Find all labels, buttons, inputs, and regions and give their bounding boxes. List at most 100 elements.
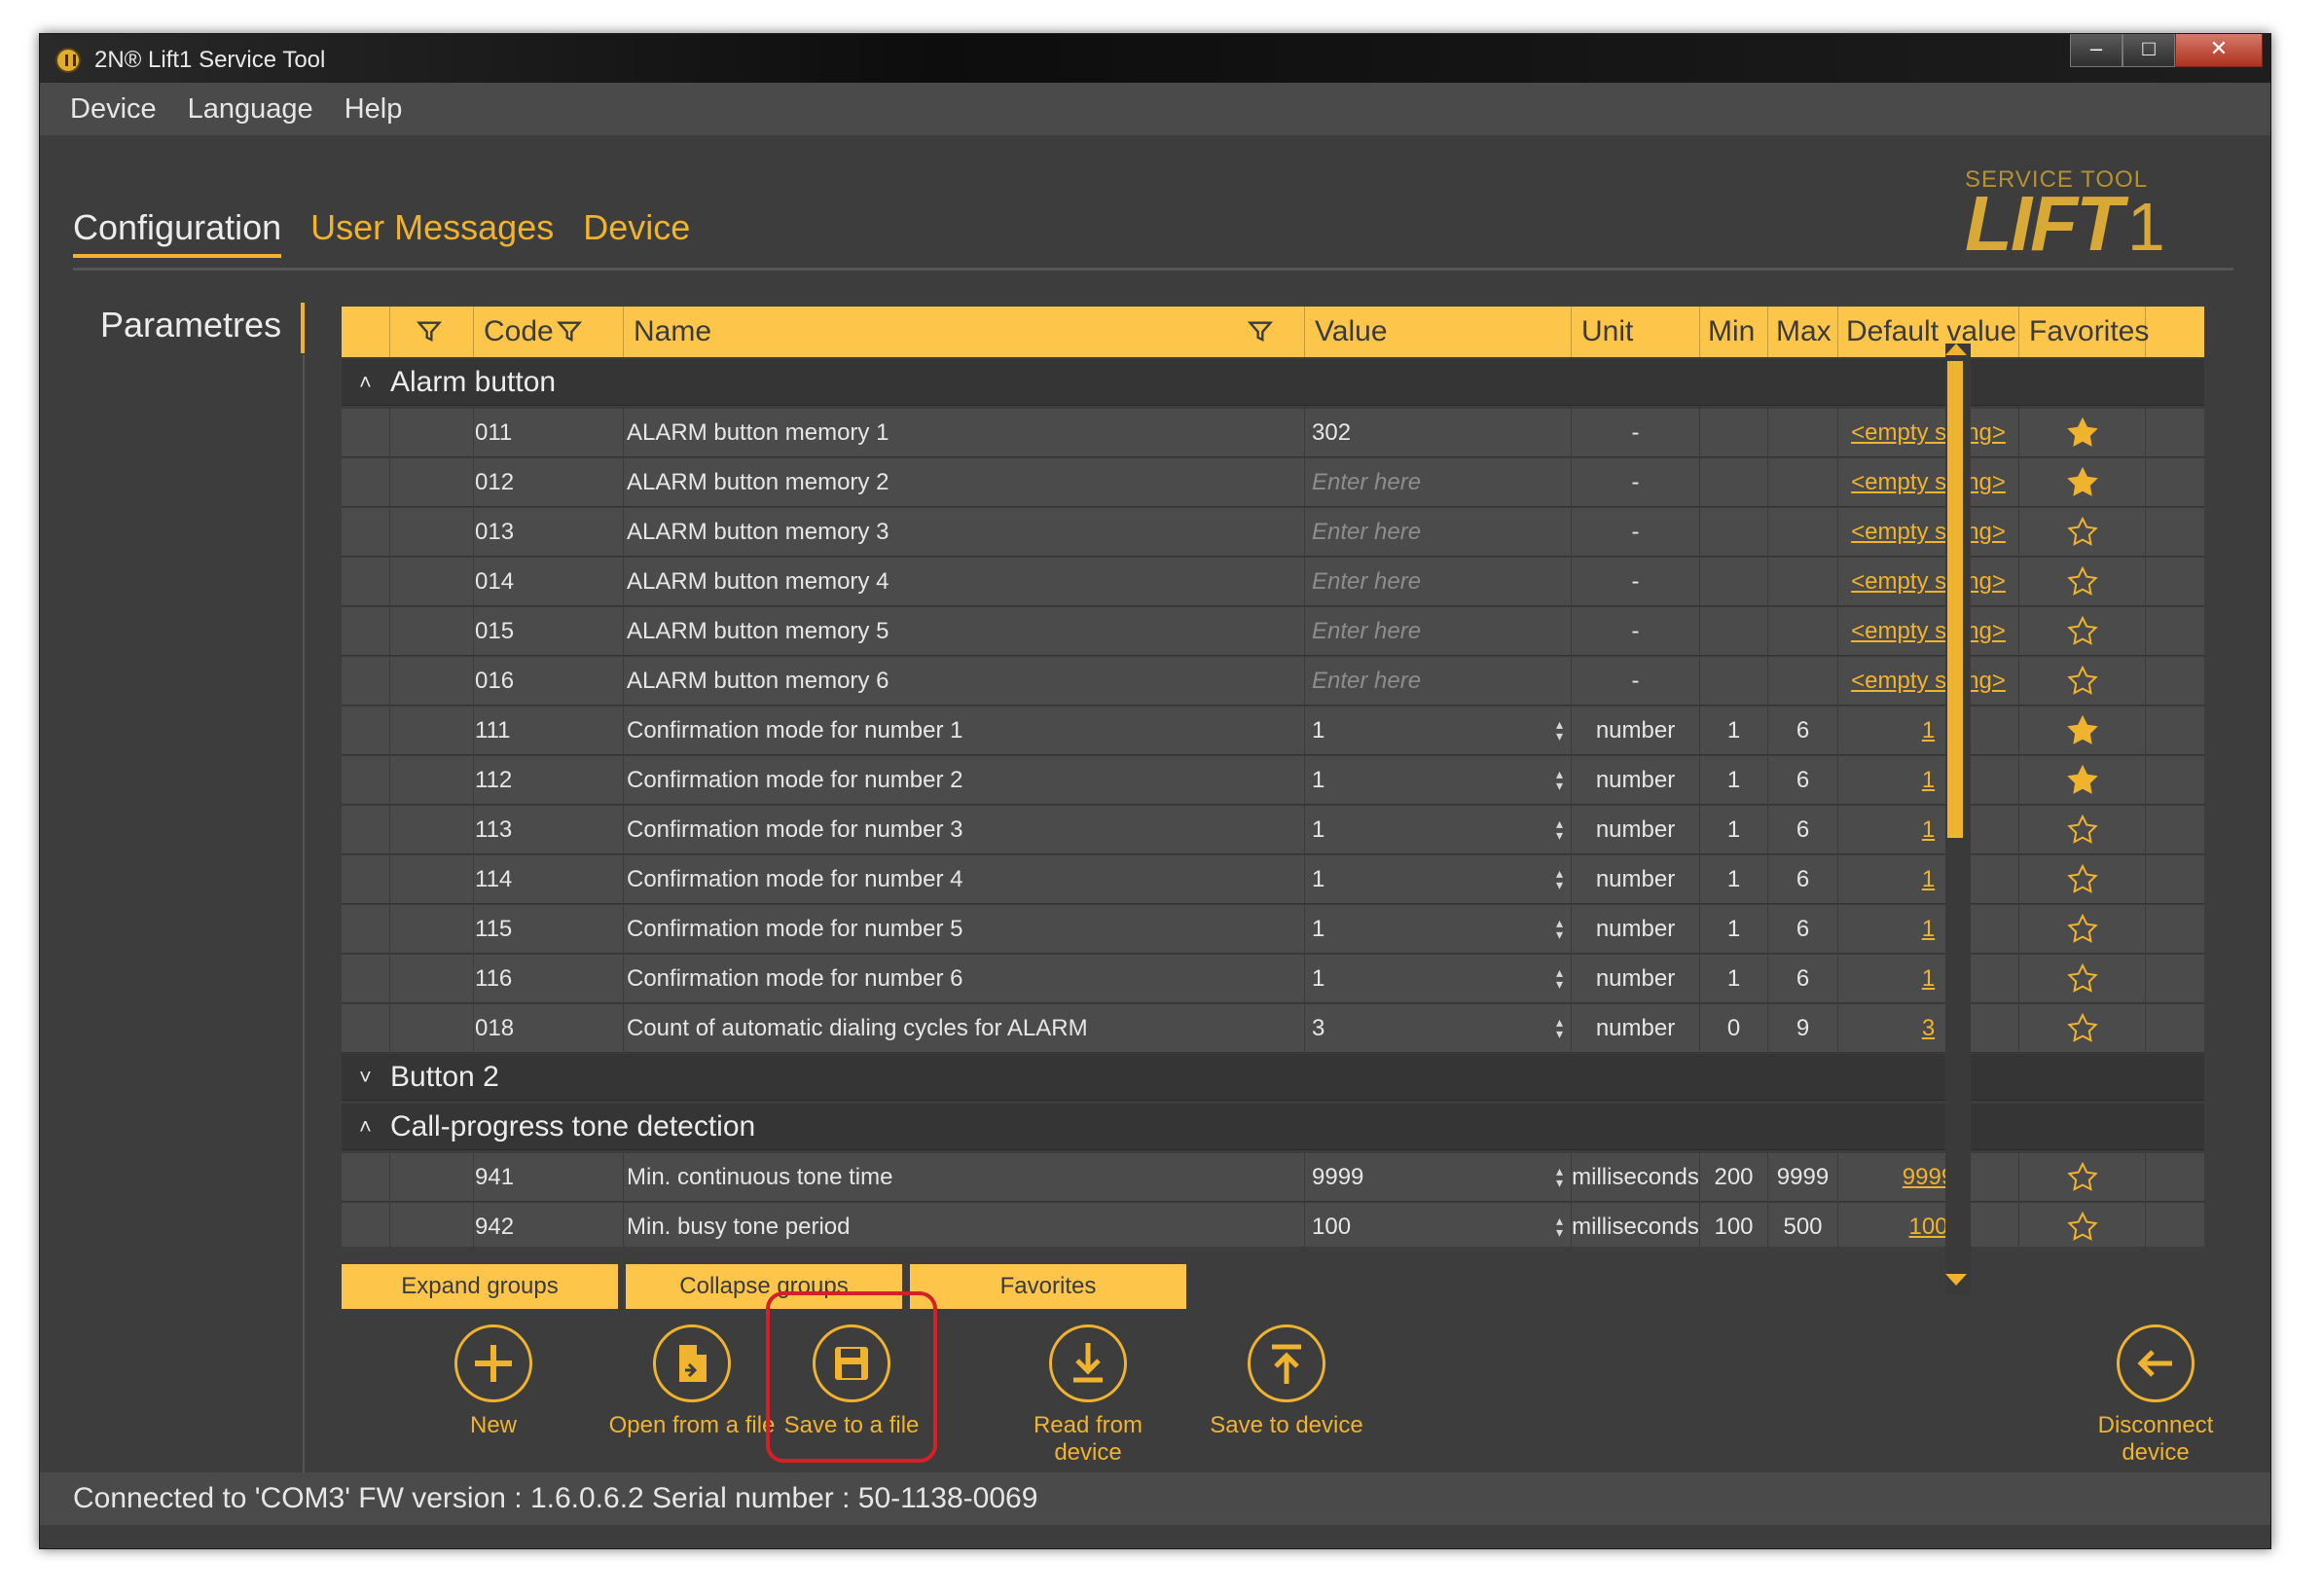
- scroll-up-arrow-icon[interactable]: [1945, 344, 1967, 355]
- header-filter-column[interactable]: [390, 307, 474, 357]
- value-input[interactable]: 1 ▴ ▾: [1305, 806, 1572, 854]
- star-filled-icon[interactable]: [2066, 466, 2099, 499]
- filter-icon[interactable]: [556, 318, 583, 345]
- default-value-link[interactable]: 9999: [1838, 1153, 2019, 1202]
- table-row[interactable]: 013 ALARM button memory 3 Enter here - <empt…: [342, 508, 2204, 557]
- default-value-link[interactable]: 1: [1838, 806, 2019, 854]
- spinner-arrows-icon[interactable]: ▴ ▾: [1556, 1214, 1563, 1239]
- default-value-link[interactable]: 1: [1838, 756, 2019, 805]
- favorite-cell[interactable]: [2019, 905, 2146, 954]
- star-outline-icon[interactable]: [2066, 814, 2099, 847]
- star-outline-icon[interactable]: [2066, 516, 2099, 549]
- table-row[interactable]: 014 ALARM button memory 4 Enter here - <empt…: [342, 558, 2204, 606]
- menu-device[interactable]: Device: [70, 93, 157, 126]
- table-row[interactable]: 941 Min. continuous tone time 9999 ▴ ▾ millis…: [342, 1153, 2204, 1202]
- chevron-up-icon[interactable]: ˄: [359, 359, 372, 406]
- header-min[interactable]: Min: [1700, 307, 1768, 357]
- spinner-arrows-icon[interactable]: ▴ ▾: [1556, 916, 1563, 941]
- favorite-cell[interactable]: [2019, 409, 2146, 457]
- favorite-cell[interactable]: [2019, 458, 2146, 507]
- header-name[interactable]: Name: [624, 307, 1305, 357]
- value-input[interactable]: 1 ▴ ▾: [1305, 855, 1572, 904]
- table-row[interactable]: 111 Confirmation mode for number 1 1 ▴ ▾ numb…: [342, 707, 2204, 755]
- value-input[interactable]: 1 ▴ ▾: [1305, 955, 1572, 1003]
- favorite-cell[interactable]: [2019, 1153, 2146, 1202]
- sidebar-item-parametres[interactable]: Parametres: [100, 305, 281, 345]
- favorite-cell[interactable]: [2019, 657, 2146, 706]
- value-input[interactable]: 1 ▴ ▾: [1305, 707, 1572, 755]
- star-filled-icon[interactable]: [2066, 714, 2099, 747]
- spinner-arrows-icon[interactable]: ▴ ▾: [1556, 816, 1563, 842]
- table-row[interactable]: 018 Count of automatic dialing cycles for…: [342, 1004, 2204, 1053]
- table-row[interactable]: 112 Confirmation mode for number 2 1 ▴ ▾ numb…: [342, 756, 2204, 805]
- chevron-up-icon[interactable]: ˄: [359, 1104, 372, 1150]
- default-value-link[interactable]: 100: [1838, 1203, 2019, 1247]
- spinner-arrows-icon[interactable]: ▴ ▾: [1556, 1164, 1563, 1189]
- favorite-cell[interactable]: [2019, 508, 2146, 557]
- star-filled-icon[interactable]: [2066, 764, 2099, 797]
- star-filled-icon[interactable]: [2066, 417, 2099, 450]
- value-input[interactable]: 302: [1305, 409, 1572, 457]
- header-max[interactable]: Max: [1768, 307, 1838, 357]
- star-outline-icon[interactable]: [2066, 665, 2099, 698]
- default-value-link[interactable]: 1: [1838, 855, 2019, 904]
- header-default-value[interactable]: Default value: [1838, 307, 2019, 357]
- favorite-cell[interactable]: [2019, 756, 2146, 805]
- default-value-link[interactable]: <empty string>: [1838, 458, 2019, 507]
- filter-icon[interactable]: [1247, 318, 1274, 345]
- spinner-arrows-icon[interactable]: ▴ ▾: [1556, 866, 1563, 891]
- star-outline-icon[interactable]: [2066, 863, 2099, 896]
- star-outline-icon[interactable]: [2066, 1012, 2099, 1045]
- favorite-cell[interactable]: [2019, 806, 2146, 854]
- filter-icon[interactable]: [416, 318, 443, 345]
- value-input[interactable]: Enter here: [1305, 558, 1572, 606]
- scrollbar-thumb[interactable]: [1947, 361, 1963, 838]
- maximize-button[interactable]: □: [2122, 34, 2175, 67]
- value-input[interactable]: 1 ▴ ▾: [1305, 905, 1572, 954]
- expand-groups-button[interactable]: Expand groups: [342, 1264, 618, 1309]
- favorite-cell[interactable]: [2019, 558, 2146, 606]
- favorite-cell[interactable]: [2019, 955, 2146, 1003]
- spinner-arrows-icon[interactable]: ▴ ▾: [1556, 717, 1563, 743]
- value-input[interactable]: Enter here: [1305, 657, 1572, 706]
- default-value-link[interactable]: 3: [1838, 1004, 2019, 1053]
- default-value-link[interactable]: <empty string>: [1838, 558, 2019, 606]
- favorite-cell[interactable]: [2019, 607, 2146, 656]
- table-row[interactable]: 015 ALARM button memory 5 Enter here - <empt…: [342, 607, 2204, 656]
- star-outline-icon[interactable]: [2066, 1161, 2099, 1194]
- favorite-cell[interactable]: [2019, 1203, 2146, 1247]
- header-value[interactable]: Value: [1305, 307, 1572, 357]
- table-row[interactable]: 942 Min. busy tone period 100 ▴ ▾ millisecond…: [342, 1203, 2204, 1247]
- default-value-link[interactable]: <empty string>: [1838, 508, 2019, 557]
- default-value-link[interactable]: 1: [1838, 905, 2019, 954]
- tab-configuration[interactable]: Configuration: [73, 207, 282, 258]
- value-input[interactable]: 3 ▴ ▾: [1305, 1004, 1572, 1053]
- tab-device[interactable]: Device: [583, 207, 690, 258]
- table-row[interactable]: 114 Confirmation mode for number 4 1 ▴ ▾ numb…: [342, 855, 2204, 904]
- read-from-device-button[interactable]: Read from device: [986, 1324, 1190, 1467]
- group-header[interactable]: ˄ Call-progress tone detection: [342, 1104, 2204, 1150]
- group-header[interactable]: ˅ Button 2: [342, 1054, 2204, 1101]
- star-outline-icon[interactable]: [2066, 962, 2099, 996]
- favorite-cell[interactable]: [2019, 1004, 2146, 1053]
- tab-user-messages[interactable]: User Messages: [310, 207, 554, 258]
- star-outline-icon[interactable]: [2066, 913, 2099, 946]
- header-unit[interactable]: Unit: [1572, 307, 1700, 357]
- default-value-link[interactable]: <empty string>: [1838, 657, 2019, 706]
- group-header[interactable]: ˄ Alarm button: [342, 359, 2204, 406]
- spinner-arrows-icon[interactable]: ▴ ▾: [1556, 1015, 1563, 1040]
- default-value-link[interactable]: 1: [1838, 707, 2019, 755]
- spinner-arrows-icon[interactable]: ▴ ▾: [1556, 767, 1563, 792]
- title-bar[interactable]: 2N® Lift1 Service Tool – □ ✕: [40, 34, 2270, 83]
- favorite-cell[interactable]: [2019, 707, 2146, 755]
- header-favorites[interactable]: Favorites: [2019, 307, 2149, 357]
- favorites-button[interactable]: Favorites: [910, 1264, 1186, 1309]
- table-row[interactable]: 115 Confirmation mode for number 5 1 ▴ ▾ numb…: [342, 905, 2204, 954]
- value-input[interactable]: 9999 ▴ ▾: [1305, 1153, 1572, 1202]
- value-input[interactable]: Enter here: [1305, 607, 1572, 656]
- chevron-down-icon[interactable]: ˅: [359, 1054, 372, 1101]
- close-button[interactable]: ✕: [2175, 34, 2263, 67]
- header-code[interactable]: Code: [474, 307, 624, 357]
- value-input[interactable]: 1 ▴ ▾: [1305, 756, 1572, 805]
- value-input[interactable]: Enter here: [1305, 458, 1572, 507]
